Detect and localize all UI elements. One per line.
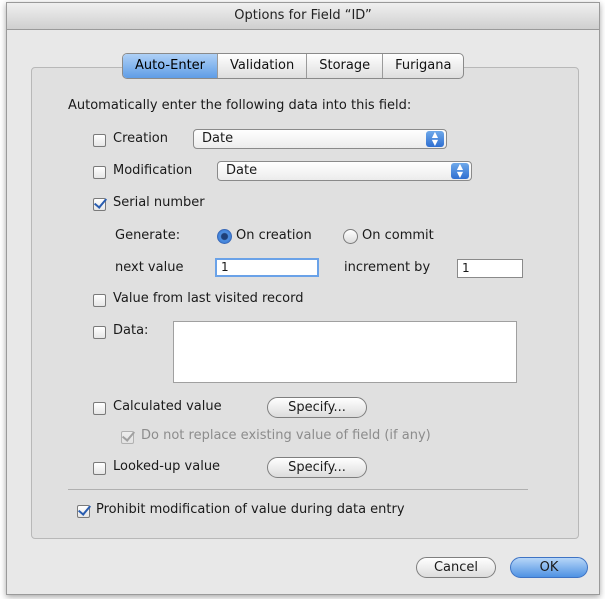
creation-label: Creation [113, 131, 169, 146]
increment-by-field[interactable]: 1 [457, 259, 523, 278]
on-creation-radio[interactable] [217, 229, 232, 244]
tab-storage[interactable]: Storage [306, 54, 382, 78]
calculated-value-checkbox[interactable] [93, 402, 106, 415]
auto-enter-heading: Automatically enter the following data i… [68, 98, 412, 113]
on-creation-label: On creation [236, 228, 312, 243]
dialog-title: Options for Field “ID” [7, 3, 599, 30]
last-visited-checkbox[interactable] [93, 294, 106, 307]
on-commit-label: On commit [362, 228, 434, 243]
popup-arrows-icon: ▲ ▼ [426, 131, 444, 147]
tab-furigana[interactable]: Furigana [382, 54, 463, 78]
data-checkbox[interactable] [93, 326, 106, 339]
calculated-value-label: Calculated value [113, 399, 222, 414]
calculated-specify-button[interactable]: Specify... [267, 397, 367, 418]
tab-auto-enter[interactable]: Auto-Enter [123, 54, 218, 78]
next-value-field[interactable]: 1 [215, 258, 319, 277]
data-text-area[interactable] [173, 321, 517, 383]
increment-by-label: increment by [344, 260, 431, 275]
modification-label: Modification [113, 163, 193, 178]
do-not-replace-checkbox[interactable] [121, 431, 134, 444]
modification-popup[interactable]: Date ▲ ▼ [217, 161, 472, 181]
looked-up-value-label: Looked-up value [113, 459, 221, 474]
modification-checkbox[interactable] [93, 166, 106, 179]
serial-number-checkbox[interactable] [93, 198, 106, 211]
popup-arrows-icon: ▲ ▼ [451, 163, 469, 179]
looked-up-specify-button[interactable]: Specify... [267, 457, 367, 478]
last-visited-label: Value from last visited record [113, 291, 304, 306]
tab-validation[interactable]: Validation [217, 54, 306, 78]
creation-popup[interactable]: Date ▲ ▼ [193, 129, 447, 149]
divider [68, 489, 528, 490]
serial-number-label: Serial number [113, 195, 205, 210]
next-value-label: next value [115, 260, 184, 275]
modification-popup-value: Date [226, 163, 258, 178]
prohibit-modification-checkbox[interactable] [77, 505, 90, 518]
cancel-button[interactable]: Cancel [416, 557, 496, 578]
data-label: Data: [113, 323, 149, 338]
do-not-replace-label: Do not replace existing value of field (… [141, 428, 431, 443]
creation-checkbox[interactable] [93, 134, 106, 147]
looked-up-value-checkbox[interactable] [93, 462, 106, 475]
options-dialog: Options for Field “ID” Auto-Enter Valida… [6, 2, 600, 595]
creation-popup-value: Date [202, 131, 234, 146]
tab-bar: Auto-Enter Validation Storage Furigana [122, 53, 465, 79]
generate-label: Generate: [115, 228, 181, 243]
prohibit-modification-label: Prohibit modification of value during da… [96, 502, 405, 517]
ok-button[interactable]: OK [510, 557, 588, 578]
on-commit-radio[interactable] [343, 229, 358, 244]
